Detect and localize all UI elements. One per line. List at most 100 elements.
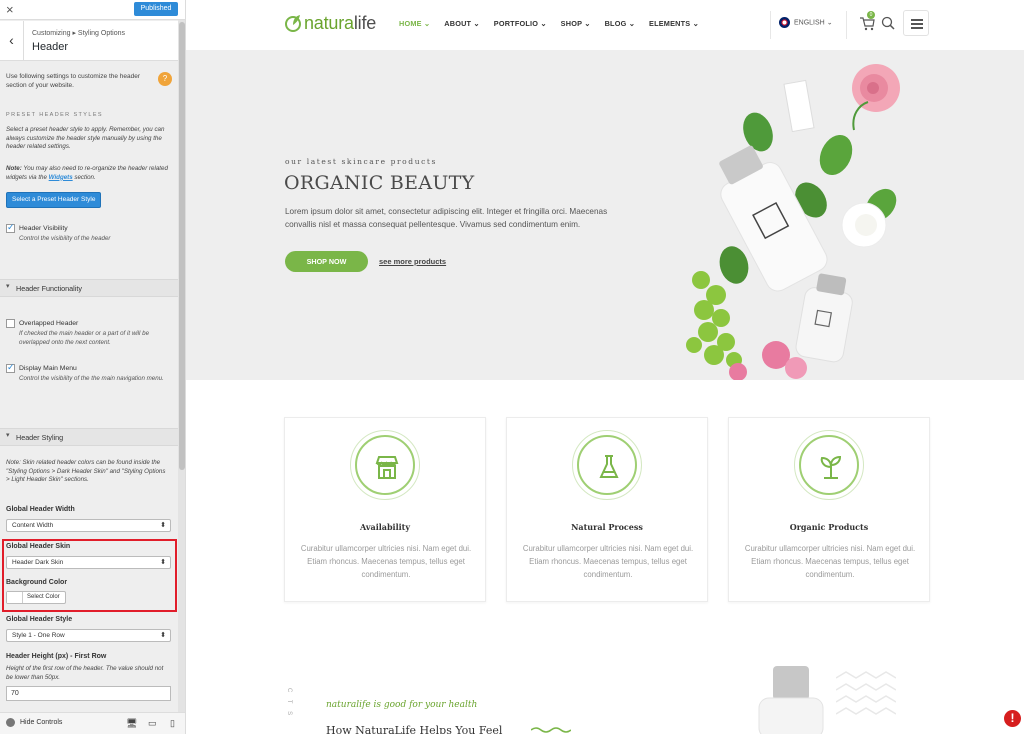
desktop-icon[interactable]: 🖥 [126,718,137,729]
menu-item-portfolio[interactable]: PORTFOLIO ⌄ [494,19,547,28]
hero-product-image [686,64,900,380]
cart-icon[interactable] [860,17,875,31]
feature-title: Availability [359,522,411,532]
customizer-sidebar: × Published ‹ Customizing ▸ Styling Opti… [0,0,186,734]
error-alert-icon[interactable]: ! [1004,710,1021,727]
header-visibility-checkbox[interactable]: ✓ [6,222,15,233]
logo-text: naturalife [304,13,376,34]
preset-section-label: PRESET HEADER STYLES [6,112,103,118]
header-style-label: Global Header Style [6,616,73,623]
menu-item-about[interactable]: ABOUT ⌄ [444,19,480,28]
sprout-icon [820,455,842,479]
search-icon[interactable] [881,16,895,30]
menu-item-home[interactable]: HOME ⌄ [399,19,430,28]
header-height-desc: Height of the first row of the header. T… [6,665,164,681]
chevron-down-icon: ⌄ [626,19,636,28]
header-functionality-group[interactable]: ▾ Header Functionality [0,279,178,297]
customizer-footer: Hide Controls 🖥 ▭ ▯ [0,712,185,734]
main-menu: HOME ⌄ ABOUT ⌄ PORTFOLIO ⌄ SHOP ⌄ BLOG ⌄ ELEM… [399,19,699,28]
overlapped-header-label: Overlapped Header [19,320,79,327]
select-color-button[interactable]: Select Color [6,591,66,604]
leaf-logo-icon [285,15,301,32]
header-width-label: Global Header Width [6,506,75,513]
chevron-down-icon: ⌄ [421,19,431,28]
feature-title: Organic Products [789,522,869,532]
language-switcher[interactable]: ENGLISH ⌄ [779,17,833,28]
color-swatch [7,592,23,603]
hamburger-line [911,19,923,21]
feature-icon-circle [350,430,420,500]
preset-note: Note: You may also need to re-organize t… [6,165,174,182]
close-icon[interactable]: × [6,1,14,19]
menu-item-label: SHOP [560,19,583,28]
feature-text: Curabitur ullamcorper ultricies nisi. Na… [522,544,694,579]
header-style-select[interactable]: Style 1 - One Row ⬍ [6,629,171,642]
header-styling-group[interactable]: ▾ Header Styling [0,428,178,446]
help-icon[interactable]: ? [158,72,172,86]
site-preview: naturalife HOME ⌄ ABOUT ⌄ PORTFOLIO ⌄ SHOP … [186,0,1024,734]
chevron-down-icon: ⌄ [582,19,591,28]
hide-controls-button[interactable]: Hide Controls [20,719,62,726]
menu-item-shop[interactable]: SHOP ⌄ [561,19,591,28]
menu-item-label: ELEMENTS [649,19,691,28]
menu-item-label: BLOG [604,19,627,28]
scrollbar-thumb[interactable] [179,22,185,470]
skin-note: Note: Skin related header colors can be … [6,459,166,484]
preset-description: Select a preset header style to apply. R… [6,126,165,151]
breadcrumb: Customizing ▸ Styling Options [32,30,125,37]
display-main-menu-checkbox[interactable]: ✓ [6,362,15,373]
chevron-down-icon: ▾ [6,432,10,439]
published-button[interactable]: Published [134,2,178,16]
language-label: ENGLISH [794,19,825,27]
uk-flag-icon [779,17,790,28]
logo-text-natura: natura [304,13,354,33]
feature-card: Availability Curabitur ullamcorper ultric… [284,417,486,602]
menu-item-blog[interactable]: BLOG ⌄ [605,19,635,28]
feature-text: Curabitur ullamcorper ultricies nisi. Na… [744,544,916,579]
feature-title: Natural Process [571,522,643,532]
checkmark-icon: ✓ [7,222,15,232]
see-more-products-link[interactable]: see more products [379,257,446,266]
sidebar-scrollbar[interactable] [178,20,185,734]
menu-item-elements[interactable]: ELEMENTS ⌄ [649,19,699,28]
panel-description: Use following settings to customize the … [6,73,141,89]
feature-card: Organic Products Curabitur ullamcorper ul… [728,417,930,602]
background-color-label: Background Color [6,579,68,586]
logo-text-life: life [353,13,377,33]
header-width-select[interactable]: Content Width ⬍ [6,519,171,532]
header-visibility-label: Header Visibility [19,225,68,232]
back-arrow-icon[interactable]: ‹ [0,21,24,61]
chevron-down-icon: ⌄ [690,19,699,28]
header-visibility-desc: Control the visibility of the header [19,235,111,242]
hide-controls-icon[interactable] [6,718,15,727]
note-text-b: section. [72,173,96,181]
menu-toggle-button[interactable] [903,10,929,36]
note-label: Note: [6,165,22,172]
header-skin-select[interactable]: Header Dark Skin ⬍ [6,556,171,569]
shop-now-button[interactable]: SHOP NOW [285,251,368,272]
chevron-down-icon: ▾ [6,283,10,290]
display-main-menu-desc: Control the visibility of the the main n… [19,375,164,382]
bottle-image [758,666,824,734]
tablet-icon[interactable]: ▭ [148,718,157,729]
hero-section: our latest skincare products ORGANIC BEA… [186,50,1024,380]
header-height-label: Header Height (px) - First Row [6,653,107,660]
mobile-icon[interactable]: ▯ [170,718,175,729]
site-header: naturalife HOME ⌄ ABOUT ⌄ PORTFOLIO ⌄ SHOP … [186,0,1024,50]
shop-icon [375,456,399,479]
panel-title: Header [32,41,69,53]
select-arrow-icon: ⬍ [160,522,166,529]
select-value: Style 1 - One Row [12,632,65,639]
menu-item-label: ABOUT [444,19,472,28]
select-preset-button[interactable]: Select a Preset Header Style [6,192,102,208]
hero-text: Lorem ipsum dolor sit amet, consectetur … [285,207,608,229]
cart-count-badge: 0 [867,11,875,19]
hero-title: ORGANIC BEAUTY [284,172,475,194]
overlapped-header-checkbox[interactable] [6,319,15,328]
panel-header: ‹ Customizing ▸ Styling Options Header [0,21,178,61]
divider [846,11,847,39]
feature-icon-circle [794,430,864,500]
header-height-input[interactable]: 70 [6,686,171,701]
widgets-link[interactable]: Widgets [49,174,73,181]
feature-card: Natural Process Curabitur ullamcorper ult… [506,417,708,602]
